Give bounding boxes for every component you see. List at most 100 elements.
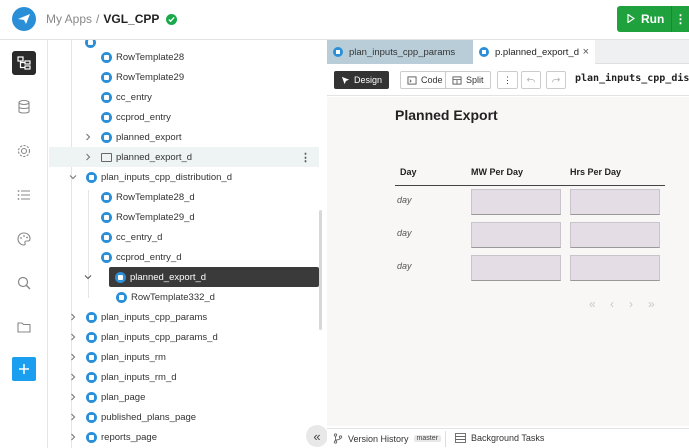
tree-row[interactable]: planned_export — [49, 127, 319, 147]
chevron-right-icon[interactable] — [68, 312, 78, 322]
tree-row[interactable]: cc_entry_d — [49, 227, 319, 247]
column-header-day: Day — [400, 167, 417, 177]
run-more-button[interactable]: ⋮ — [672, 6, 689, 32]
component-node-icon — [86, 331, 97, 343]
status-bar: Version History master Background Tasks — [327, 428, 689, 448]
tree-row[interactable]: plan_inputs_cpp_params_d — [49, 327, 319, 347]
tree-row[interactable]: RowTemplate332_d — [49, 287, 319, 307]
chevron-right-icon[interactable] — [68, 432, 78, 442]
tab-label: p.planned_export_d — [495, 46, 579, 58]
prev-page-button[interactable]: ‹ — [610, 297, 614, 311]
search-icon[interactable] — [12, 271, 36, 295]
column-header-hrs-per-day: Hrs Per Day — [570, 167, 622, 177]
component-node-icon — [86, 431, 97, 443]
chevron-down-icon[interactable] — [68, 172, 78, 182]
tree-row[interactable]: planned_export_d ⋮ — [49, 147, 319, 167]
app-logo-icon[interactable] — [12, 7, 36, 31]
tree-row-label: plan_inputs_cpp_params — [101, 311, 208, 323]
chevron-right-icon[interactable] — [68, 352, 78, 362]
palette-icon[interactable] — [12, 227, 36, 251]
tree-row[interactable]: RowTemplate28_d — [49, 187, 319, 207]
mw-per-day-input[interactable] — [471, 255, 561, 281]
run-label: Run — [641, 12, 665, 26]
tab-planned-export-d[interactable]: p.planned_export_d × — [473, 40, 595, 64]
background-tasks-label: Background Tasks — [471, 433, 545, 443]
tree-row[interactable]: ccprod_entry_d — [49, 247, 319, 267]
breadcrumb-app-name[interactable]: VGL_CPP — [103, 12, 159, 26]
left-rail — [0, 40, 48, 448]
add-button[interactable] — [12, 357, 36, 381]
tree-row[interactable]: plan_page — [49, 387, 319, 407]
breadcrumb-my-apps[interactable]: My Apps — [46, 12, 92, 26]
tree-row[interactable]: published_plans_page — [49, 407, 319, 427]
tree-row[interactable]: plan_inputs_cpp_distribution_d — [49, 167, 319, 187]
tree-row-label: RowTemplate332_d — [131, 291, 215, 303]
status-divider — [445, 431, 446, 447]
tree-row-label: plan_page — [101, 391, 146, 403]
chevron-right-icon[interactable] — [83, 132, 93, 142]
collapse-sidebar-button[interactable]: « — [306, 425, 328, 447]
chevron-right-icon[interactable] — [68, 332, 78, 342]
mw-per-day-input[interactable] — [471, 222, 561, 248]
tree-row[interactable]: plan_inputs_rm — [49, 347, 319, 367]
chevron-right-icon[interactable] — [68, 372, 78, 382]
tree-row[interactable]: planned_export_d — [84, 267, 319, 287]
table-header-divider — [395, 185, 665, 186]
component-node-icon — [116, 291, 127, 303]
tree-row-label: RowTemplate28_d — [116, 191, 195, 203]
undo-button[interactable] — [521, 71, 541, 89]
component-node-icon — [101, 131, 112, 143]
tab-plan-inputs-cpp-params[interactable]: plan_inputs_cpp_params — [327, 40, 473, 64]
tree-row[interactable]: plan_inputs_cpp_params — [49, 307, 319, 327]
design-label: Design — [354, 75, 383, 85]
component-name[interactable]: plan_inputs_cpp_distri — [575, 73, 689, 84]
component-node-icon — [101, 191, 112, 203]
cursor-icon — [341, 76, 350, 84]
tasks-icon — [455, 433, 466, 443]
column-header-mw-per-day: MW Per Day — [471, 167, 524, 177]
tree-row[interactable]: ccprod_entry — [49, 107, 319, 127]
split-button[interactable]: Split — [445, 71, 491, 89]
database-icon[interactable] — [12, 95, 36, 119]
chevron-down-icon[interactable] — [83, 272, 93, 282]
tree-row-label: cc_entry — [116, 91, 152, 103]
tree-row[interactable]: RowTemplate28 — [49, 47, 319, 67]
tree-row[interactable]: RowTemplate29 — [49, 67, 319, 87]
tree-row[interactable]: reports_page — [49, 427, 319, 447]
design-button[interactable]: Design — [334, 71, 390, 89]
row-more-icon[interactable]: ⋮ — [300, 151, 311, 164]
chevron-right-icon[interactable] — [83, 152, 93, 162]
tree-row[interactable]: cc_entry — [49, 87, 319, 107]
close-icon[interactable]: × — [583, 46, 589, 58]
component-tree: RowTemplate28 RowTemplate29 cc_entryccprod… — [49, 40, 326, 448]
chevron-right-icon[interactable] — [68, 412, 78, 422]
settings-icon[interactable] — [12, 139, 36, 163]
editor-tabs: plan_inputs_cpp_params p.planned_export_… — [327, 40, 689, 64]
hrs-per-day-input[interactable] — [570, 255, 660, 281]
list-icon[interactable] — [12, 183, 36, 207]
tree-row-label: planned_export — [116, 131, 182, 143]
next-page-button[interactable]: › — [629, 297, 633, 311]
first-page-button[interactable]: « — [589, 297, 596, 311]
more-options-button[interactable]: ⋮ — [497, 71, 518, 89]
tree-row-label: RowTemplate28 — [116, 51, 185, 63]
folder-icon[interactable] — [12, 315, 36, 339]
app-tree-icon[interactable] — [12, 51, 36, 75]
version-history-button[interactable]: Version History master — [333, 433, 441, 444]
chevron-right-icon[interactable] — [68, 392, 78, 402]
redo-button[interactable] — [546, 71, 566, 89]
tree-row-label: planned_export_d — [116, 151, 193, 163]
tree-row[interactable]: RowTemplate29_d — [49, 207, 319, 227]
tree-row-label: plan_inputs_rm — [101, 351, 166, 363]
hrs-per-day-input[interactable] — [570, 222, 660, 248]
last-page-button[interactable]: » — [648, 297, 655, 311]
app-root: My Apps / VGL_CPP Run ⋮ RowTemplate28 Ro… — [0, 0, 689, 448]
tree-row[interactable]: plan_inputs_rm_d — [49, 367, 319, 387]
component-node-icon — [101, 251, 112, 263]
mw-per-day-input[interactable] — [471, 189, 561, 215]
code-button[interactable]: Code — [400, 71, 450, 89]
background-tasks-button[interactable]: Background Tasks — [455, 433, 544, 443]
tree-scrollbar[interactable] — [319, 210, 322, 330]
editor-toolbar: Design Code Split ⋮ plan_inputs_cpp_dist… — [327, 64, 689, 96]
hrs-per-day-input[interactable] — [570, 189, 660, 215]
